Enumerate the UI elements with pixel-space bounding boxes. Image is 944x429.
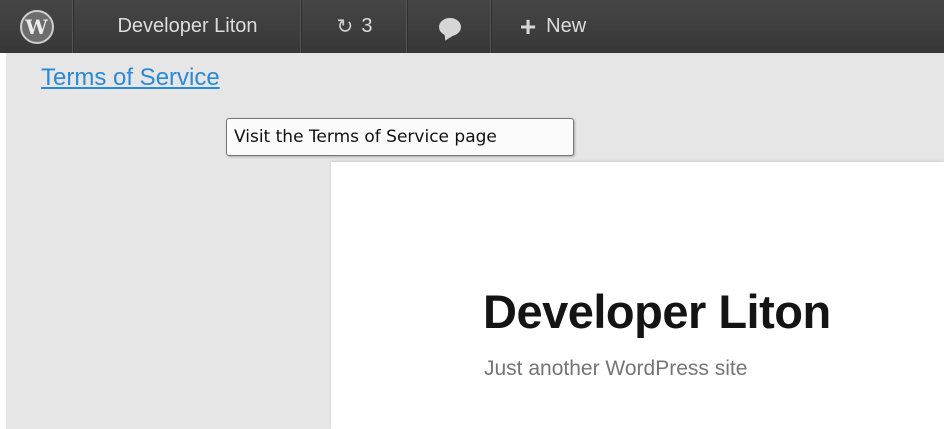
site-name-menu[interactable]: Developer Liton [74,0,302,53]
wordpress-logo-icon: W [19,9,54,44]
site-name-label: Developer Liton [117,15,258,37]
site-title[interactable]: Developer Liton [483,284,831,339]
site-description: Just another WordPress site [484,357,748,380]
terms-of-service-link[interactable]: Terms of Service [41,64,220,92]
refresh-icon: ↻ [336,15,354,38]
page-edge [0,53,6,429]
plus-icon: + [519,10,537,42]
admin-bar: W Developer Liton ↻ 3 + New [0,0,944,53]
new-content-menu[interactable]: + New [492,0,614,53]
new-label: New [546,15,587,37]
wp-logo-menu[interactable]: W [0,0,74,53]
updates-count: 3 [361,15,373,37]
updates-menu[interactable]: ↻ 3 [302,0,408,53]
site-preview-panel: Developer Liton Just another WordPress s… [331,162,944,429]
comment-bubble-icon [438,17,461,36]
tooltip-text: Visit the Terms of Service page [234,127,497,147]
comments-menu[interactable] [408,0,492,53]
link-tooltip: Visit the Terms of Service page [226,118,574,156]
